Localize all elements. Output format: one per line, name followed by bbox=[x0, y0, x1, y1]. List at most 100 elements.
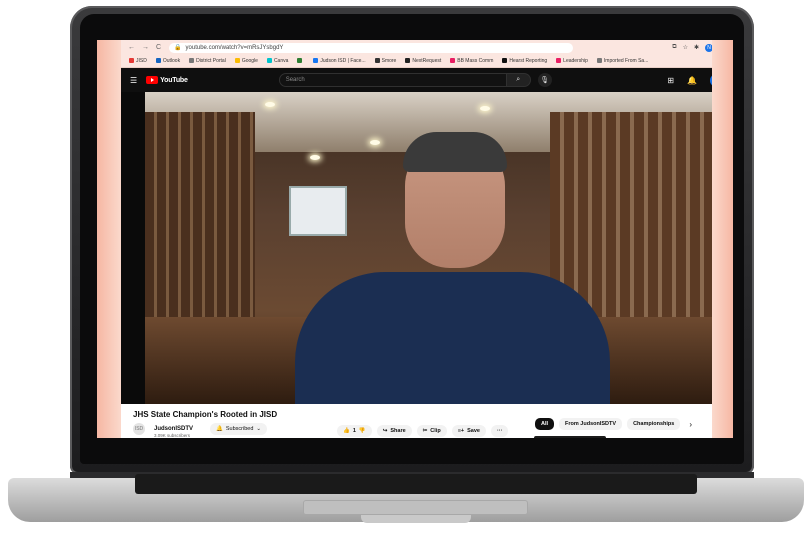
wallpaper-right bbox=[712, 40, 733, 438]
channel-avatar[interactable]: ISD bbox=[133, 423, 145, 435]
bookmark-item[interactable]: Judson ISD | Face... bbox=[313, 58, 366, 64]
bookmark-label: Canva bbox=[273, 58, 289, 64]
mic-button[interactable]: 🎙 bbox=[537, 73, 552, 87]
bookmark-item[interactable]: Google bbox=[234, 58, 258, 64]
bookmark-item[interactable]: Leadership bbox=[556, 58, 588, 64]
bookmark-item[interactable] bbox=[297, 58, 304, 64]
bookmark-label: Judson ISD | Face... bbox=[320, 58, 366, 64]
clip-button[interactable]: ✂ Clip bbox=[416, 425, 447, 437]
bookmark-icon bbox=[596, 58, 602, 63]
youtube-logo[interactable]: YouTube bbox=[146, 76, 188, 84]
bookmark-icon bbox=[502, 58, 508, 63]
share-label: Share bbox=[390, 428, 406, 434]
like-count: 1 bbox=[352, 428, 356, 434]
bookmark-icon bbox=[155, 58, 161, 63]
chevron-right-icon[interactable]: › bbox=[689, 420, 692, 429]
bookmark-icon bbox=[405, 58, 411, 63]
bookmark-item[interactable]: Canva bbox=[266, 58, 289, 64]
save-button[interactable]: ≡+ Save bbox=[451, 425, 486, 437]
bookmark-icon bbox=[313, 58, 319, 63]
bookmark-item[interactable]: District Portal bbox=[189, 58, 226, 64]
chip[interactable]: From JudsonISDTV bbox=[559, 418, 623, 430]
search-placeholder: Search bbox=[285, 77, 305, 83]
trackpad bbox=[303, 500, 528, 515]
chip[interactable]: All bbox=[535, 418, 555, 430]
bookmark-item[interactable]: Outlook bbox=[155, 58, 181, 64]
recommended-thumbnail[interactable] bbox=[534, 436, 606, 438]
screen: ← → C 🔒 youtube.com/watch?v=mRsJYsbgdY ⧉… bbox=[97, 40, 733, 438]
share-button[interactable]: ↪ Share bbox=[376, 425, 412, 437]
address-bar: ← → C 🔒 youtube.com/watch?v=mRsJYsbgdY ⧉… bbox=[121, 40, 733, 55]
bookmark-label: Google bbox=[241, 58, 258, 64]
subscribed-label: Subscribed bbox=[225, 426, 254, 432]
bookmark-label: Hearst Reporting bbox=[509, 58, 548, 64]
save-label: Save bbox=[467, 428, 480, 434]
channel-subscribers: 3.09K subscribers bbox=[154, 433, 191, 438]
youtube-play-icon bbox=[146, 76, 159, 84]
bookmark-label: JISD bbox=[136, 58, 147, 64]
bookmark-label: Leadership bbox=[563, 58, 588, 64]
bookmark-label: Outlook bbox=[162, 58, 181, 64]
search-input[interactable]: Search bbox=[278, 73, 507, 87]
clip-label: Clip bbox=[430, 428, 441, 434]
wallpaper-left bbox=[97, 40, 121, 438]
create-icon[interactable]: ⊞ bbox=[667, 76, 674, 85]
bookmark-icon bbox=[129, 58, 134, 63]
chevron-down-icon: ⌄ bbox=[256, 426, 262, 432]
hamburger-icon[interactable]: ☰ bbox=[130, 76, 137, 85]
bookmark-icon bbox=[189, 58, 195, 63]
url-text: youtube.com/watch?v=mRsJYsbgdY bbox=[185, 44, 284, 51]
youtube-logo-text: YouTube bbox=[160, 76, 188, 84]
bookmark-label: Smore bbox=[381, 58, 397, 64]
extension-icon[interactable]: ⧉ bbox=[672, 44, 676, 51]
bookmark-icon bbox=[297, 58, 303, 63]
bookmark-label: BB Mass Comm bbox=[457, 58, 494, 64]
more-icon: ··· bbox=[496, 428, 503, 434]
laptop-notch bbox=[361, 515, 471, 523]
bookmark-icon bbox=[266, 58, 272, 63]
back-icon[interactable]: ← bbox=[128, 44, 135, 51]
bookmark-star-icon[interactable]: ☆ bbox=[683, 44, 688, 51]
bookmarks-bar: JISD Outlook District Portal Google Canva Jud… bbox=[121, 55, 733, 68]
bookmark-item[interactable]: BB Mass Comm bbox=[450, 58, 493, 64]
bookmark-label: NextRequest bbox=[412, 58, 442, 64]
bookmark-item[interactable]: Smore bbox=[374, 58, 397, 64]
bookmark-label: Imported From Sa... bbox=[603, 58, 649, 64]
more-button[interactable]: ··· bbox=[490, 425, 509, 437]
search-button[interactable]: ⌕ bbox=[506, 73, 531, 87]
bookmark-icon bbox=[556, 58, 562, 63]
bookmark-item[interactable]: NextRequest bbox=[405, 58, 441, 64]
bell-icon: 🔔 bbox=[216, 426, 223, 432]
thumbs-down-icon[interactable]: 👎 bbox=[359, 428, 366, 434]
youtube-header: ☰ YouTube Search ⌕ 🎙 ⊞ 🔔 N bbox=[121, 68, 733, 92]
url-field[interactable]: 🔒 youtube.com/watch?v=mRsJYsbgdY bbox=[169, 42, 574, 53]
speaker bbox=[295, 132, 610, 404]
forward-icon[interactable]: → bbox=[142, 44, 149, 51]
channel-row: ISD JudsonISDTV 3.09K subscribers 🔔 Subs… bbox=[133, 423, 268, 438]
thumbs-up-icon: 👍 bbox=[343, 428, 350, 434]
bookmark-label: District Portal bbox=[196, 58, 226, 64]
filter-chips: All From JudsonISDTV Championships › bbox=[535, 418, 692, 430]
bookmark-icon bbox=[374, 58, 380, 63]
video-player[interactable] bbox=[121, 92, 733, 404]
bookmark-icon bbox=[234, 58, 240, 63]
video-frame bbox=[145, 92, 712, 404]
bookmark-item[interactable]: Hearst Reporting bbox=[502, 58, 547, 64]
video-title: JHS State Champion's Rooted in JISD bbox=[133, 410, 278, 419]
notifications-icon[interactable]: 🔔 bbox=[687, 76, 697, 85]
puzzle-icon[interactable]: ✱ bbox=[694, 44, 699, 51]
video-actions: 👍 1 👎 ↪ Share ✂ Clip ≡+ Save ··· bbox=[337, 425, 509, 437]
channel-name[interactable]: JudsonISDTV bbox=[154, 426, 193, 432]
chip[interactable]: Championships bbox=[627, 418, 681, 430]
reload-icon[interactable]: C bbox=[156, 44, 161, 51]
keyboard bbox=[135, 474, 697, 494]
subscribed-button[interactable]: 🔔 Subscribed ⌄ bbox=[210, 423, 268, 435]
bookmark-item[interactable]: JISD bbox=[129, 58, 147, 64]
lock-icon: 🔒 bbox=[174, 45, 182, 51]
bookmark-item[interactable]: Imported From Sa... bbox=[596, 58, 649, 64]
scissors-icon: ✂ bbox=[422, 428, 428, 434]
share-icon: ↪ bbox=[382, 428, 388, 434]
like-button[interactable]: 👍 1 👎 bbox=[337, 425, 372, 437]
bookmark-icon bbox=[450, 58, 456, 63]
search-icon: ⌕ bbox=[516, 76, 521, 83]
